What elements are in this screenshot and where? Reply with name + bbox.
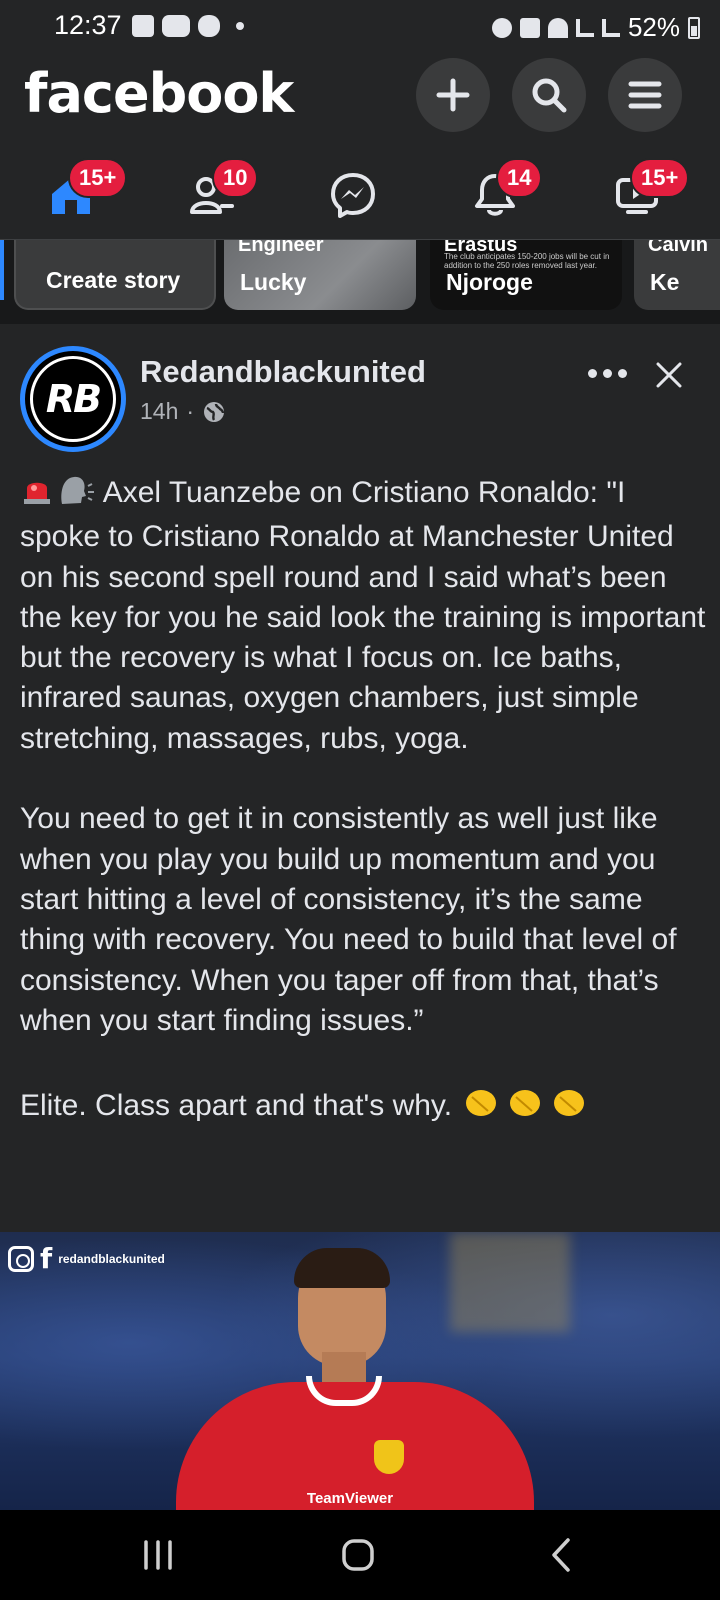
tab-notifications[interactable]: 14 <box>444 156 544 230</box>
messenger-icon <box>331 173 375 218</box>
friends-badge: 10 <box>212 158 259 198</box>
story-card[interactable]: Erastus The club anticipates 150-200 job… <box>430 240 622 310</box>
game-icon <box>198 15 220 37</box>
club-crest-icon <box>374 1440 404 1474</box>
create-story-label: Create story <box>46 267 181 293</box>
image-watermark: f redandblackunited <box>8 1242 165 1275</box>
tab-video[interactable]: 15+ <box>586 156 690 230</box>
shirt-sponsor: TeamViewer <box>306 1490 394 1507</box>
status-bar: 12:37 52% <box>0 0 720 54</box>
more-options-button[interactable] <box>588 362 632 384</box>
battery-icon <box>688 16 700 39</box>
story-top-text: Calvin <box>648 240 709 256</box>
instagram-icon <box>8 1245 34 1272</box>
search-icon <box>532 78 567 113</box>
plus-icon <box>436 78 470 112</box>
post-meta: 14h · <box>140 398 226 425</box>
tab-bar: 15+ 10 14 15+ <box>0 140 720 240</box>
home-badge: 15+ <box>68 158 128 198</box>
facebook-logo[interactable]: facebook <box>24 62 294 125</box>
story-author: Lucky <box>240 269 307 295</box>
alarm-icon <box>491 17 512 38</box>
wifi-icon <box>547 17 568 38</box>
recent-apps-icon[interactable] <box>128 1532 188 1578</box>
video-badge: 15+ <box>630 158 690 198</box>
watermark-handle: redandblackunited <box>58 1251 165 1266</box>
home-nav-icon[interactable] <box>330 1532 390 1578</box>
story-card[interactable]: Engineer Lucky <box>224 240 416 310</box>
menu-button[interactable] <box>608 58 682 132</box>
status-system-icons: 52% <box>491 12 700 43</box>
post-image[interactable]: TeamViewer f redandblackunited <box>0 1232 720 1510</box>
menu-icon <box>628 81 662 109</box>
battery-percent: 52% <box>627 12 680 42</box>
status-time: 12:37 <box>54 10 122 40</box>
dot-icon <box>618 368 627 378</box>
tab-messenger[interactable] <box>302 156 402 230</box>
siren-emoji-icon <box>20 472 54 517</box>
globe-icon <box>204 401 225 422</box>
stories-edge-indicator <box>0 240 4 300</box>
back-icon[interactable] <box>532 1532 592 1578</box>
clapping-hands-emoji-icon <box>460 1081 592 1130</box>
story-top-text: Engineer <box>238 240 324 256</box>
feed-post: RB Redandblackunited 14h · Axel Tuanzebe… <box>0 326 720 1510</box>
notifications-badge: 14 <box>496 158 543 198</box>
background-light <box>450 1232 570 1332</box>
story-author: Njoroge <box>446 269 533 295</box>
search-button[interactable] <box>512 58 586 132</box>
signal-icon <box>601 18 620 37</box>
more-notifications-icon <box>236 22 244 30</box>
player-hair <box>294 1248 390 1288</box>
close-icon[interactable] <box>652 358 686 392</box>
app-header: facebook <box>0 54 720 140</box>
avatar-initials: RB <box>30 356 116 442</box>
post-body: Axel Tuanzebe on Cristiano Ronaldo: "I s… <box>20 472 710 1131</box>
status-notification-icons <box>132 15 244 37</box>
story-card[interactable]: Calvin Ke <box>634 240 720 310</box>
speaking-head-emoji-icon <box>56 472 96 517</box>
meta-separator: · <box>186 398 195 424</box>
dot-icon <box>603 368 612 378</box>
signal-icon <box>575 18 594 37</box>
stories-carousel: Create story Engineer Lucky Erastus The … <box>0 240 720 324</box>
create-button[interactable] <box>416 58 490 132</box>
post-author[interactable]: Redandblackunited <box>140 354 426 390</box>
create-story-card[interactable]: Create story <box>14 240 216 310</box>
youtube-icon <box>162 15 190 37</box>
tab-friends[interactable]: 10 <box>160 156 260 230</box>
system-nav-bar <box>0 1510 720 1600</box>
gallery-icon <box>132 15 154 37</box>
dot-icon <box>588 368 597 378</box>
story-snippet: The club anticipates 150-200 jobs will b… <box>444 252 610 270</box>
tab-home[interactable]: 15+ <box>20 156 128 230</box>
mute-icon <box>519 17 540 38</box>
story-author: Ke <box>650 269 680 295</box>
avatar[interactable]: RB <box>20 346 126 452</box>
post-time[interactable]: 14h <box>140 398 178 425</box>
facebook-f-icon: f <box>40 1242 53 1275</box>
post-text: Axel Tuanzebe on Cristiano Ronaldo: "I s… <box>20 476 706 1123</box>
